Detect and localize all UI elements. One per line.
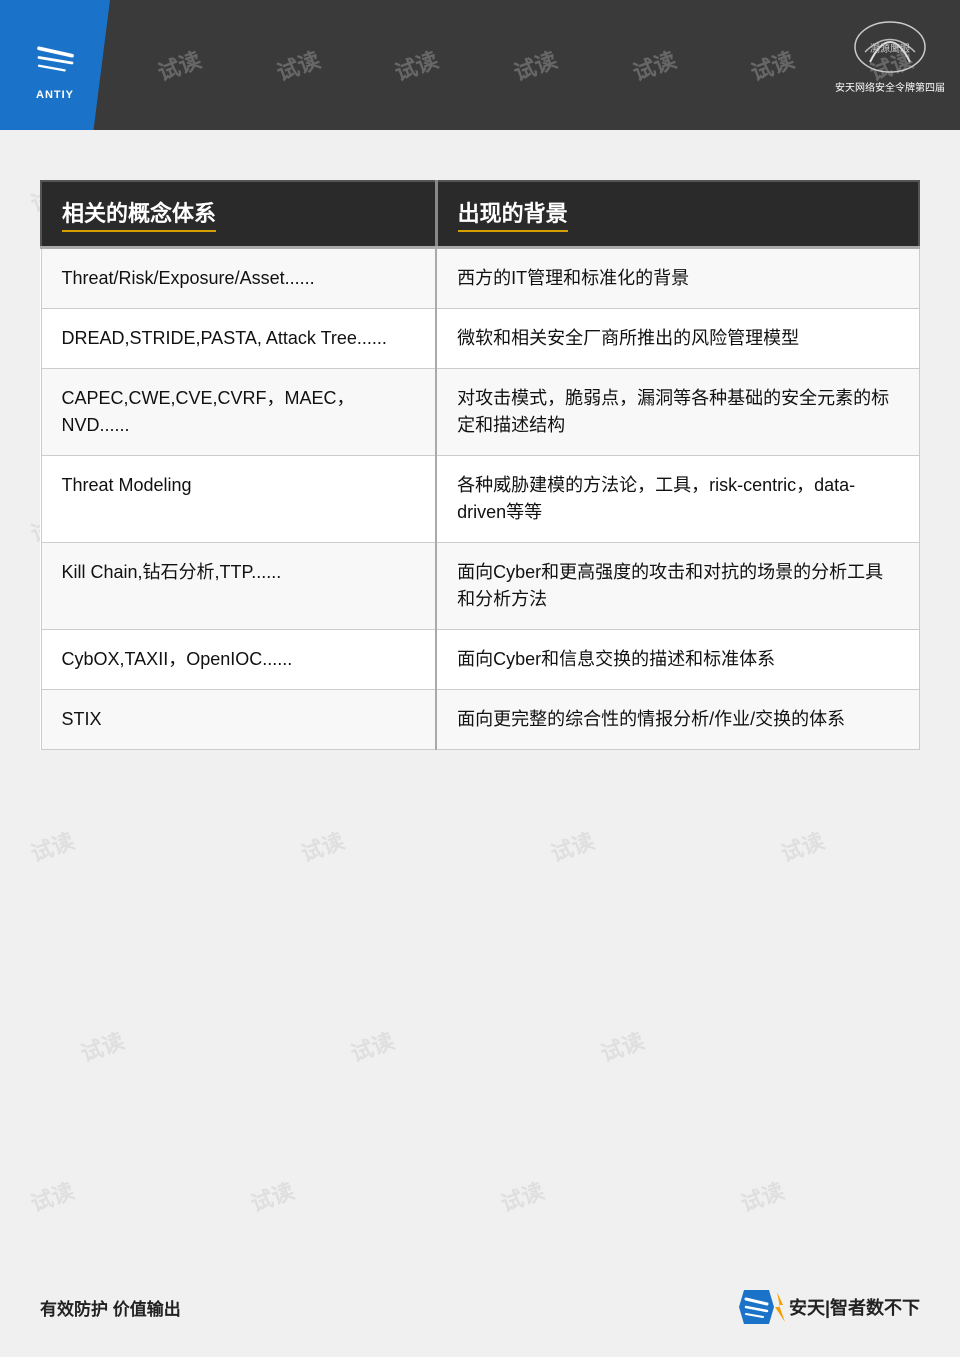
header-wm-5: 试读: [627, 42, 679, 87]
logo-label: ANTIY: [36, 89, 74, 101]
concept-table: 相关的概念体系 出现的背景 Threat/Risk/Exposure/Asset…: [40, 180, 920, 750]
watermark-19: 试读: [776, 823, 828, 868]
footer-slogan: 有效防护 价值输出: [40, 1295, 181, 1320]
table-cell-left-1: DREAD,STRIDE,PASTA, Attack Tree......: [41, 309, 436, 369]
header-wm-3: 试读: [390, 42, 442, 87]
table-row: CAPEC,CWE,CVE,CVRF，MAEC，NVD......对攻击模式，脆…: [41, 369, 919, 456]
watermark-17: 试读: [296, 823, 348, 868]
table-cell-right-1: 微软和相关安全厂商所推出的风险管理模型: [436, 309, 919, 369]
table-cell-right-2: 对攻击模式，脆弱点，漏洞等各种基础的安全元素的标定和描述结构: [436, 369, 919, 456]
table-cell-left-6: STIX: [41, 690, 436, 750]
table-cell-left-5: CybOX,TAXII，OpenIOC......: [41, 630, 436, 690]
header-wm-1: 试读: [153, 42, 205, 87]
watermark-26: 试读: [736, 1173, 788, 1218]
col2-header: 出现的背景: [436, 181, 919, 248]
svg-text:溯源鹰眼: 溯源鹰眼: [870, 42, 910, 55]
watermark-16: 试读: [26, 823, 78, 868]
table-cell-left-0: Threat/Risk/Exposure/Asset......: [41, 248, 436, 309]
table-cell-right-3: 各种威胁建模的方法论，工具，risk-centric，data-driven等等: [436, 456, 919, 543]
top-right-subtitle: 安天网络安全令牌第四届: [835, 79, 945, 94]
header-wm-4: 试读: [509, 42, 561, 87]
top-right-logo: 溯源鹰眼 安天网络安全令牌第四届: [835, 10, 945, 100]
footer-logo-icon: [739, 1287, 789, 1327]
watermark-21: 试读: [346, 1023, 398, 1068]
watermark-22: 试读: [596, 1023, 648, 1068]
footer: 有效防护 价值输出 安天|智者数不下: [0, 1287, 960, 1327]
watermark-18: 试读: [546, 823, 598, 868]
table-cell-right-5: 面向Cyber和信息交换的描述和标准体系: [436, 630, 919, 690]
watermark-20: 试读: [76, 1023, 128, 1068]
table-cell-left-4: Kill Chain,钻石分析,TTP......: [41, 543, 436, 630]
header-wm-2: 试读: [272, 42, 324, 87]
main-content: 相关的概念体系 出现的背景 Threat/Risk/Exposure/Asset…: [0, 130, 960, 770]
table-row: Threat/Risk/Exposure/Asset......西方的IT管理和…: [41, 248, 919, 309]
watermark-23: 试读: [26, 1173, 78, 1218]
table-cell-right-0: 西方的IT管理和标准化的背景: [436, 248, 919, 309]
col1-header: 相关的概念体系: [41, 181, 436, 248]
logo-area: ANTIY: [0, 0, 110, 130]
table-row: STIX面向更完整的综合性的情报分析/作业/交换的体系: [41, 690, 919, 750]
header-watermarks: 试读 试读 试读 试读 试读 试读 试读: [110, 49, 960, 81]
footer-logo: 安天|智者数不下: [739, 1287, 920, 1327]
table-cell-right-4: 面向Cyber和更高强度的攻击和对抗的场景的分析工具和分析方法: [436, 543, 919, 630]
footer-logo-text: 安天|智者数不下: [789, 1294, 920, 1320]
table-row: CybOX,TAXII，OpenIOC......面向Cyber和信息交换的描述…: [41, 630, 919, 690]
table-row: DREAD,STRIDE,PASTA, Attack Tree......微软和…: [41, 309, 919, 369]
table-row: Threat Modeling各种威胁建模的方法论，工具，risk-centri…: [41, 456, 919, 543]
watermark-24: 试读: [246, 1173, 298, 1218]
header: ANTIY 试读 试读 试读 试读 试读 试读 试读 溯源鹰眼 安天网络安全令牌…: [0, 0, 960, 130]
table-cell-left-2: CAPEC,CWE,CVE,CVRF，MAEC，NVD......: [41, 369, 436, 456]
table-cell-right-6: 面向更完整的综合性的情报分析/作业/交换的体系: [436, 690, 919, 750]
logo-icon: [28, 30, 83, 85]
top-right-logo-icon: 溯源鹰眼: [845, 17, 935, 77]
table-cell-left-3: Threat Modeling: [41, 456, 436, 543]
watermark-25: 试读: [496, 1173, 548, 1218]
header-wm-6: 试读: [746, 42, 798, 87]
table-row: Kill Chain,钻石分析,TTP......面向Cyber和更高强度的攻击…: [41, 543, 919, 630]
